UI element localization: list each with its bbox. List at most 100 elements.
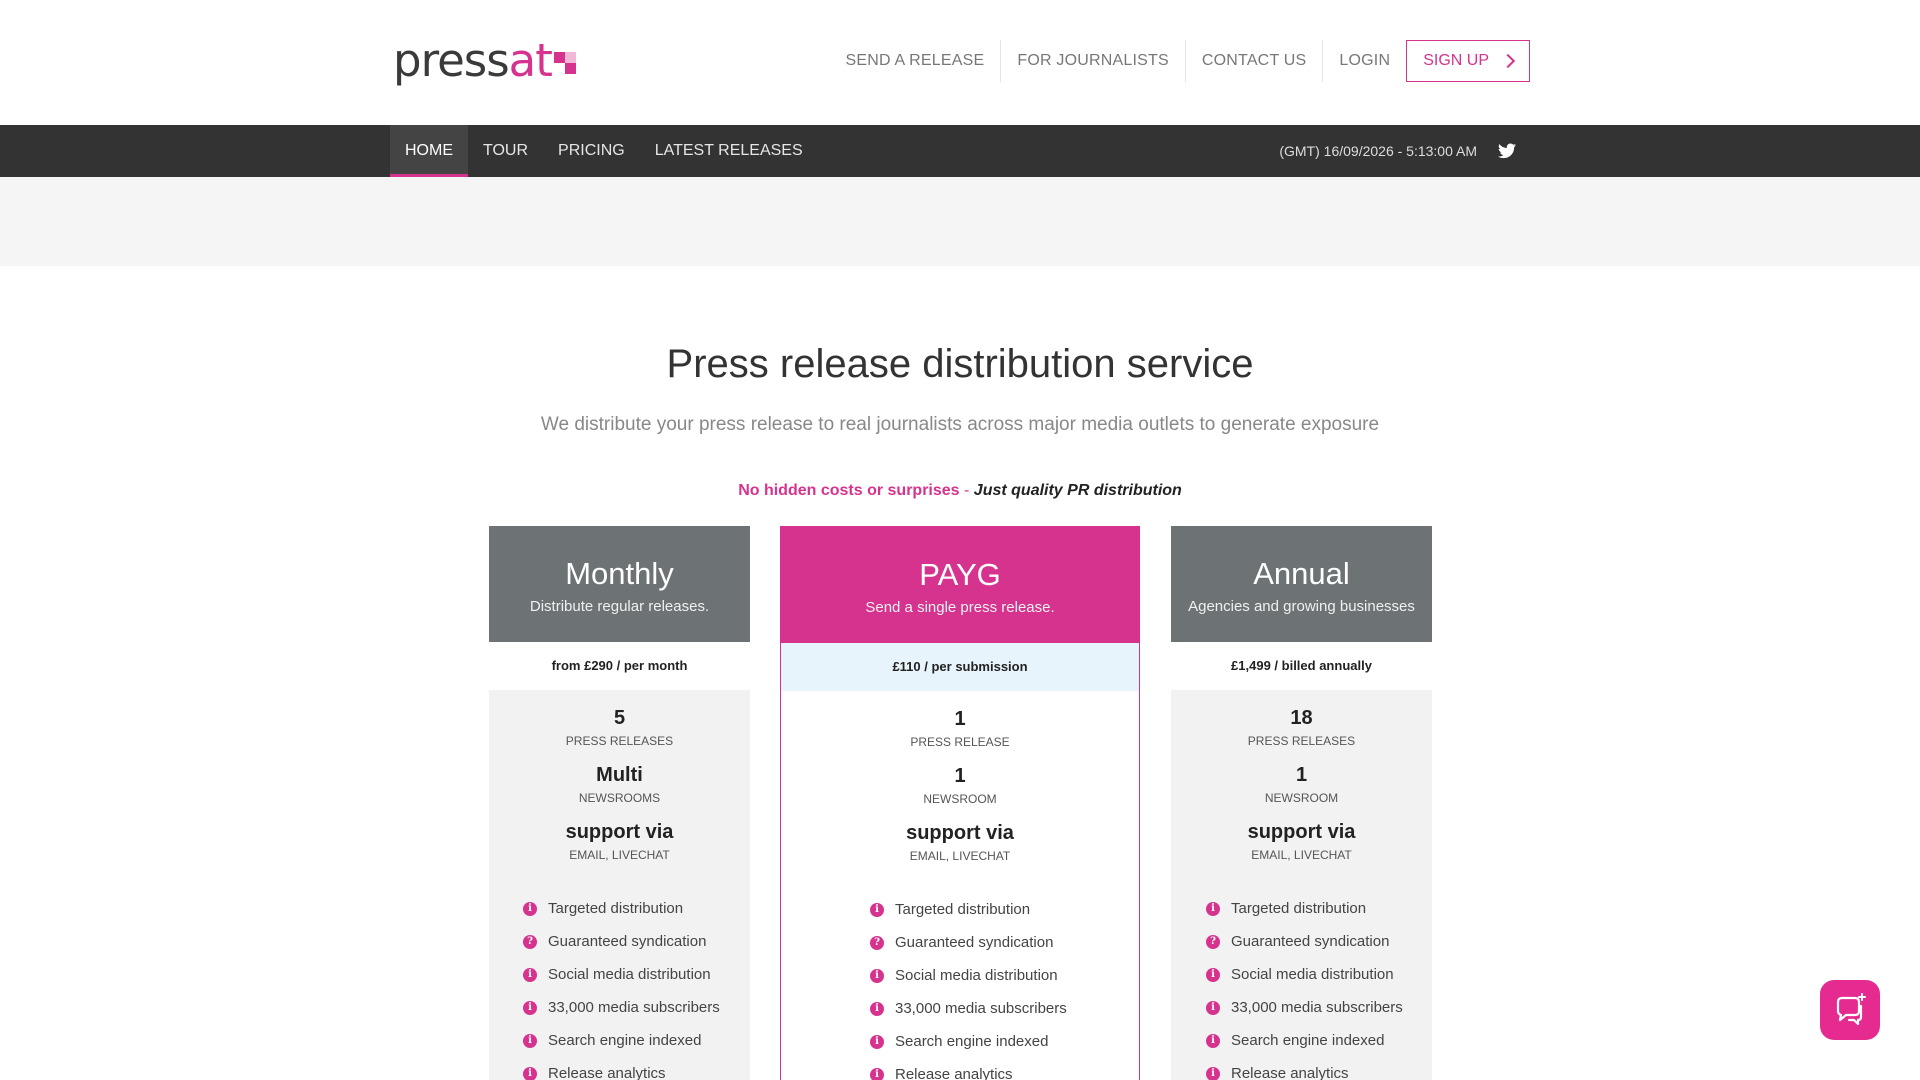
feature-label: Targeted distribution [1231, 900, 1367, 917]
plan-card-payg[interactable]: PAYG Send a single press release. £110 /… [780, 526, 1140, 1080]
info-icon[interactable]: i [1206, 1066, 1220, 1080]
stat-value: 18 [1290, 707, 1313, 729]
stat-label: EMAIL, LIVECHAT [569, 848, 670, 862]
stat-support: support via EMAIL, LIVECHAT [1171, 820, 1432, 862]
stat-support: support via EMAIL, LIVECHAT [781, 821, 1139, 863]
nav-send-a-release[interactable]: SEND A RELEASE [830, 40, 1001, 82]
nav-login[interactable]: LOGIN [1322, 40, 1406, 82]
stat-press-releases: 1 PRESS RELEASE [781, 707, 1139, 749]
tagline: No hidden costs or surprises - Just qual… [0, 482, 1920, 500]
signup-button[interactable]: SIGN UP [1406, 40, 1530, 82]
site-header: press at SEND A RELEASE FOR JOURNALISTS C… [0, 0, 1920, 125]
tagline-highlight: No hidden costs or surprises [738, 482, 960, 499]
feature-list: i Targeted distribution ? Guaranteed syndi… [489, 892, 750, 1080]
tab-pricing[interactable]: PRICING [543, 125, 640, 177]
info-icon[interactable]: i [870, 1001, 884, 1016]
feature-label: 33,000 media subscribers [548, 999, 720, 1016]
feature-label: Social media distribution [1231, 966, 1394, 983]
info-icon[interactable]: i [1206, 967, 1220, 982]
feature-label: Search engine indexed [1231, 1032, 1385, 1049]
plan-description: Send a single press release. [865, 599, 1055, 616]
info-icon[interactable]: i [523, 1066, 537, 1080]
question-icon[interactable]: ? [870, 935, 884, 950]
logo-text-at: at [508, 34, 553, 87]
page-title: Press release distribution service [666, 342, 1254, 386]
plan-price: £1,499 / billed annually [1171, 642, 1432, 690]
tab-latest-releases[interactable]: LATEST RELEASES [640, 125, 818, 177]
question-icon[interactable]: ? [1206, 934, 1220, 949]
grey-banner [0, 177, 1920, 266]
gmt-clock: (GMT) 16/09/2026 - 5:13:00 AM [1279, 143, 1477, 159]
feature-item: i Release analytics [870, 1058, 1139, 1080]
feature-item: i Search engine indexed [1206, 1024, 1432, 1057]
plan-header: Monthly Distribute regular releases. [489, 526, 750, 642]
top-navigation: SEND A RELEASE FOR JOURNALISTS CONTACT U… [830, 40, 1530, 82]
stat-value: support via [1247, 821, 1356, 843]
feature-list: i Targeted distribution ? Guaranteed syndi… [781, 893, 1139, 1080]
plan-card-annual[interactable]: Annual Agencies and growing businesses £… [1171, 526, 1432, 1080]
stat-label: NEWSROOM [923, 792, 997, 806]
nav-for-journalists[interactable]: FOR JOURNALISTS [1000, 40, 1184, 82]
plan-description: Distribute regular releases. [529, 598, 710, 615]
stat-value: Multi [596, 764, 643, 786]
chat-icon [1836, 993, 1866, 1026]
page-subtitle: We distribute your press release to real… [540, 414, 1380, 435]
pressat-logo[interactable]: press at [393, 38, 576, 84]
info-icon[interactable]: i [870, 902, 884, 917]
feature-item: i Targeted distribution [523, 892, 750, 925]
info-icon[interactable]: i [870, 1034, 884, 1049]
plan-name: Annual [1253, 556, 1350, 591]
stat-value: 5 [613, 707, 626, 729]
nav-contact-us[interactable]: CONTACT US [1184, 40, 1323, 82]
plan-name: PAYG [919, 557, 1001, 592]
logo-mark-icon [553, 52, 576, 74]
stat-value: 1 [1295, 764, 1308, 786]
tab-tour[interactable]: TOUR [468, 125, 543, 177]
stat-press-releases: 18 PRESS RELEASES [1171, 706, 1432, 748]
feature-label: 33,000 media subscribers [1231, 999, 1403, 1016]
info-icon[interactable]: i [870, 968, 884, 983]
info-icon[interactable]: i [523, 1033, 537, 1048]
plan-card-monthly[interactable]: Monthly Distribute regular releases. fro… [489, 526, 750, 1080]
feature-item: i Release analytics [1206, 1057, 1432, 1080]
plan-price: from £290 / per month [489, 642, 750, 690]
livechat-button[interactable] [1820, 980, 1880, 1040]
signup-label: SIGN UP [1423, 52, 1489, 69]
stat-support: support via EMAIL, LIVECHAT [489, 820, 750, 862]
tab-home[interactable]: HOME [390, 125, 468, 177]
stat-value: support via [565, 821, 674, 843]
stat-value: 1 [954, 765, 966, 787]
feature-label: Release analytics [895, 1066, 1013, 1080]
stat-label: NEWSROOMS [578, 791, 661, 805]
plan-price: £110 / per submission [781, 643, 1139, 691]
info-icon[interactable]: i [523, 1000, 537, 1015]
stat-label: NEWSROOM [1264, 791, 1339, 805]
stat-value: 1 [954, 708, 966, 730]
info-icon[interactable]: i [870, 1067, 884, 1080]
question-icon[interactable]: ? [523, 934, 537, 949]
feature-item: i Search engine indexed [870, 1025, 1139, 1058]
stat-press-releases: 5 PRESS RELEASES [489, 706, 750, 748]
feature-label: Guaranteed syndication [548, 933, 707, 950]
plan-header: Annual Agencies and growing businesses [1171, 526, 1432, 642]
stat-label: EMAIL, LIVECHAT [1251, 848, 1352, 862]
info-icon[interactable]: i [1206, 1033, 1220, 1048]
stat-newsrooms: Multi NEWSROOMS [489, 763, 750, 805]
feature-label: Targeted distribution [548, 900, 684, 917]
info-icon[interactable]: i [1206, 1000, 1220, 1015]
feature-item: ? Guaranteed syndication [870, 926, 1139, 959]
feature-label: Targeted distribution [895, 901, 1031, 918]
stat-value: support via [906, 822, 1014, 844]
info-icon[interactable]: i [523, 967, 537, 982]
feature-item: ? Guaranteed syndication [523, 925, 750, 958]
plan-name: Monthly [565, 556, 674, 591]
feature-item: i Targeted distribution [1206, 892, 1432, 925]
feature-label: Guaranteed syndication [895, 934, 1054, 951]
info-icon[interactable]: i [1206, 901, 1220, 916]
feature-item: i 33,000 media subscribers [870, 992, 1139, 1025]
feature-item: i Social media distribution [1206, 958, 1432, 991]
info-icon[interactable]: i [523, 901, 537, 916]
twitter-icon[interactable] [1498, 143, 1516, 159]
stat-label: PRESS RELEASES [1247, 734, 1356, 748]
feature-item: i Search engine indexed [523, 1024, 750, 1057]
